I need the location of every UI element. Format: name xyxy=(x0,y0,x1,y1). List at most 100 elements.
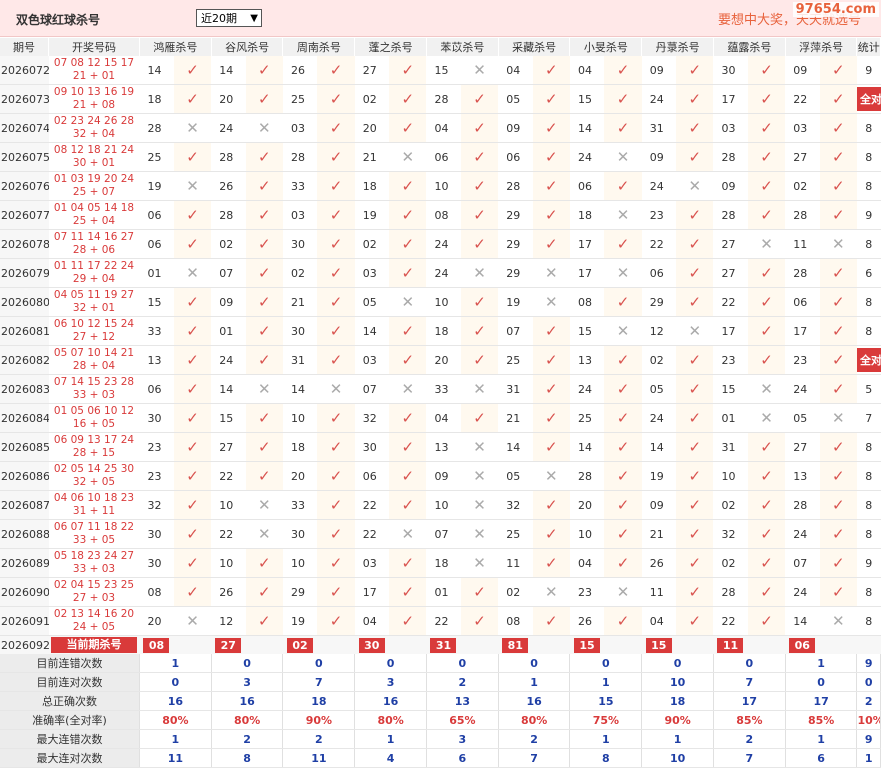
result-cell: ✕ xyxy=(747,229,786,259)
check-icon: ✓ xyxy=(186,322,199,340)
result-cell: ✓ xyxy=(747,461,786,491)
col-expert: 小旻杀号 xyxy=(569,38,643,56)
kill-pick: 04 xyxy=(354,606,390,636)
result-cell: ✓ xyxy=(389,548,427,578)
result-cell: ✓ xyxy=(245,84,283,114)
col-expert: 蓬之杀号 xyxy=(354,38,427,56)
result-cell: ✓ xyxy=(245,316,283,346)
row-stat: 5 xyxy=(856,374,881,404)
result-cell: ✓ xyxy=(747,432,786,462)
all-correct-badge: 全对 xyxy=(856,348,881,372)
check-icon: ✓ xyxy=(258,467,271,485)
kill-pick: 18 xyxy=(426,548,461,578)
table-row: 2026087 04 06 10 18 23 31 + 11 32 ✓ 10 ✕ 33 ✓ 22 ✓… xyxy=(0,490,881,520)
draw-numbers: 04 06 10 18 23 31 + 11 xyxy=(48,490,140,520)
result-cell: ✓ xyxy=(532,345,570,375)
result-cell: ✕ xyxy=(389,374,427,404)
result-cell: ✓ xyxy=(819,258,857,288)
check-icon: ✓ xyxy=(832,148,845,166)
check-icon: ✓ xyxy=(688,583,702,601)
kill-pick: 27 xyxy=(713,258,748,288)
result-cell: ✓ xyxy=(676,345,714,375)
all-correct-badge: 全对 xyxy=(856,87,881,111)
result-cell: ✓ xyxy=(676,432,714,462)
result-cell: ✕ xyxy=(532,461,570,491)
check-icon: ✓ xyxy=(329,206,343,224)
summary-value: 4 xyxy=(354,748,427,768)
kill-pick: 31 xyxy=(282,345,318,375)
result-cell: ✓ xyxy=(604,287,642,317)
kill-pick: 15 xyxy=(139,287,174,317)
check-icon: ✓ xyxy=(258,409,271,427)
cross-icon: ✕ xyxy=(760,235,773,253)
period-id: 2026083 xyxy=(0,374,49,404)
check-icon: ✓ xyxy=(545,148,558,166)
kill-pick: 26 xyxy=(282,56,318,85)
result-cell: ✕ xyxy=(173,258,212,288)
draw-line: 01 04 05 14 18 xyxy=(53,202,135,214)
kill-pick: 28 xyxy=(713,577,748,607)
col-expert: 谷风杀号 xyxy=(211,38,284,56)
draw-line: 30 + 01 xyxy=(72,157,116,169)
result-cell: ✓ xyxy=(245,548,283,578)
draw-line: 02 23 24 26 28 xyxy=(53,115,135,127)
row-stat: 8 xyxy=(856,490,881,520)
kill-pick: 04 xyxy=(498,56,533,85)
period-id: 2026086 xyxy=(0,461,49,491)
kill-pick: 05 xyxy=(641,374,677,404)
period-select[interactable]: 近20期 ▼ xyxy=(196,9,262,27)
result-cell: ✓ xyxy=(604,229,642,259)
row-stat: 8 xyxy=(856,432,881,462)
current-pick: 02 xyxy=(286,637,313,653)
kill-pick: 06 xyxy=(354,461,390,491)
kill-pick: 30 xyxy=(713,56,748,85)
draw-line: 01 03 19 20 24 xyxy=(53,173,135,185)
check-icon: ✓ xyxy=(258,554,271,572)
draw-numbers: 02 04 15 23 25 27 + 03 xyxy=(48,577,140,607)
row-stat: 8 xyxy=(856,519,881,549)
check-icon: ✓ xyxy=(186,409,199,427)
check-icon: ✓ xyxy=(329,322,343,340)
kill-pick: 25 xyxy=(498,345,533,375)
kill-pick: 24 xyxy=(641,171,677,201)
kill-pick: 07 xyxy=(498,316,533,346)
kill-pick: 05 xyxy=(498,461,533,491)
summary-value: 1 xyxy=(569,729,643,749)
period-id: 2026073 xyxy=(0,84,49,114)
result-cell: ✓ xyxy=(676,258,714,288)
check-icon: ✓ xyxy=(760,264,773,282)
current-pick: 30 xyxy=(358,637,385,653)
summary-value: 75% xyxy=(569,710,643,730)
kill-pick: 21 xyxy=(641,519,677,549)
result-cell: ✓ xyxy=(747,142,786,172)
result-cell: ✕ xyxy=(389,519,427,549)
header-bar: 双色球红球杀号 近20期 ▼ 要想中大奖，天天就选号 97654.com xyxy=(0,0,881,37)
result-cell: ✓ xyxy=(532,229,570,259)
check-icon: ✓ xyxy=(760,90,773,108)
period-id: 2026074 xyxy=(0,113,49,143)
result-cell: ✓ xyxy=(747,519,786,549)
check-icon: ✓ xyxy=(545,90,558,108)
current-spacer xyxy=(460,635,499,654)
check-icon: ✓ xyxy=(473,583,486,601)
check-icon: ✓ xyxy=(545,119,558,137)
summary-value: 0 xyxy=(498,654,571,673)
result-cell: ✓ xyxy=(173,432,212,462)
kill-pick: 28 xyxy=(282,142,318,172)
draw-numbers: 02 23 24 26 28 32 + 04 xyxy=(48,113,140,143)
kill-pick: 28 xyxy=(211,200,246,230)
cross-icon: ✕ xyxy=(616,148,630,166)
result-cell: ✕ xyxy=(604,577,642,607)
check-icon: ✓ xyxy=(760,322,773,340)
result-cell: ✓ xyxy=(460,171,499,201)
draw-line: 32 + 01 xyxy=(72,302,116,314)
result-cell: ✕ xyxy=(245,374,283,404)
check-icon: ✓ xyxy=(186,293,199,311)
kill-pick: 04 xyxy=(426,403,461,433)
current-period-id: 2026092 xyxy=(0,635,49,654)
kill-pick: 01 xyxy=(426,577,461,607)
result-cell: ✓ xyxy=(245,200,283,230)
kill-pick: 17 xyxy=(713,84,748,114)
kill-pick: 25 xyxy=(498,519,533,549)
cross-icon: ✕ xyxy=(473,525,486,543)
